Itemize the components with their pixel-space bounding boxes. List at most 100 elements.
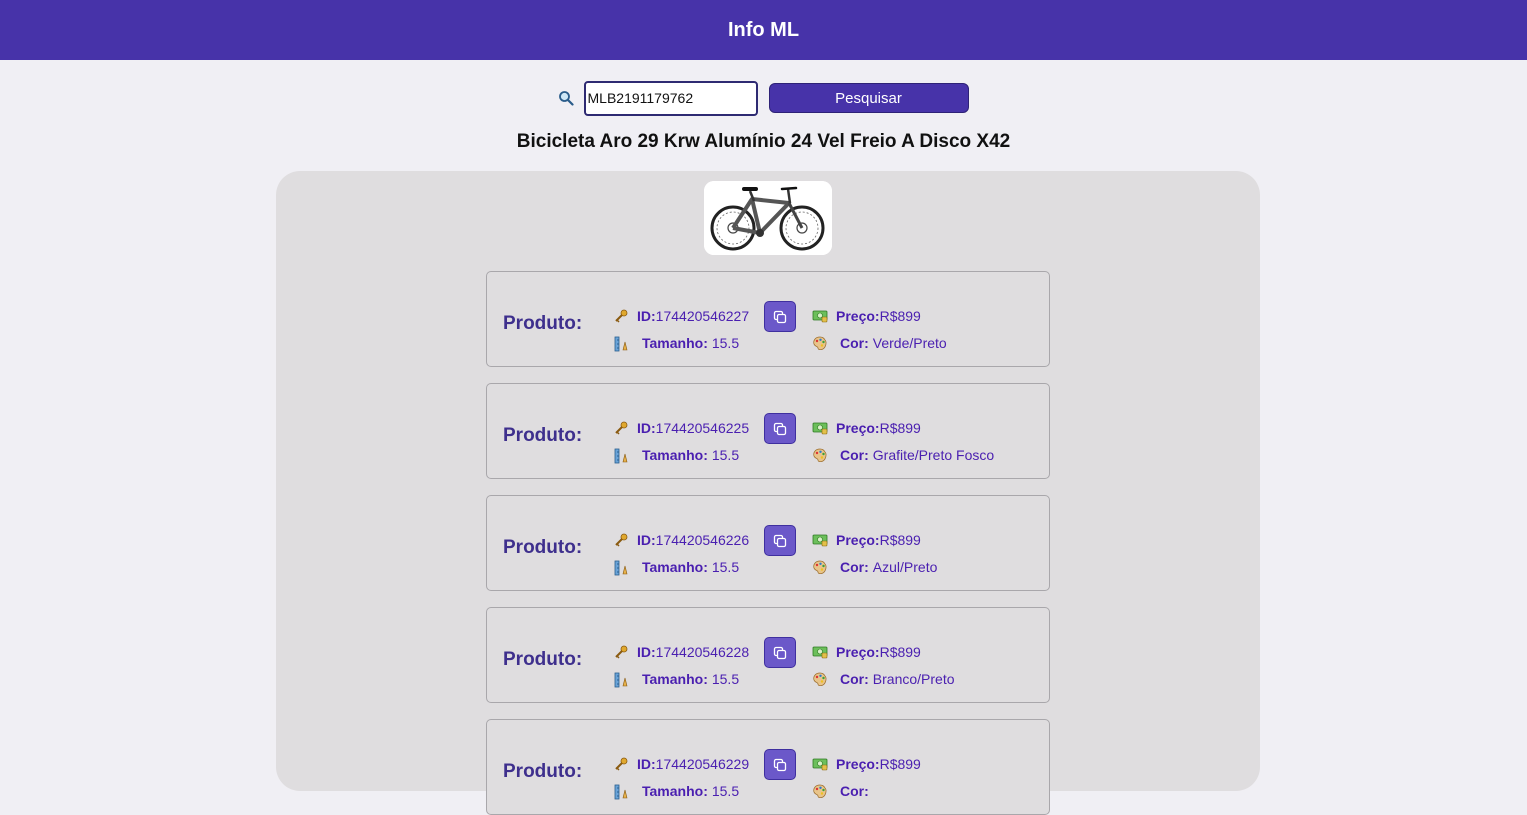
product-title: Bicicleta Aro 29 Krw Alumínio 24 Vel Fre…	[516, 131, 1011, 152]
ruler-icon	[614, 784, 630, 800]
color-label: Cor:	[840, 559, 869, 575]
size-label: Tamanho:	[642, 671, 708, 687]
id-field: ID: 174420546225	[614, 420, 749, 436]
size-label: Tamanho:	[642, 447, 708, 463]
copy-id-button[interactable]	[764, 637, 796, 668]
copy-id-button[interactable]	[764, 301, 796, 332]
product-card: Produto: ID: 174420546227 Tamanho: 15.5 Pr…	[486, 271, 1050, 367]
palette-icon	[812, 560, 829, 575]
id-label: ID:	[637, 756, 656, 772]
color-field: Cor: Verde/Preto	[812, 335, 947, 351]
price-value: R$899	[879, 532, 921, 548]
search-button[interactable]: Pesquisar	[768, 83, 969, 113]
money-icon	[812, 421, 829, 435]
product-card: Produto: ID: 174420546225 Tamanho: 15.5 Pr…	[486, 383, 1050, 479]
price-field: Preço: R$899	[812, 644, 921, 660]
size-value: 15.5	[711, 447, 740, 463]
size-label: Tamanho:	[642, 559, 708, 575]
product-card: Produto: ID: 174420546226 Tamanho: 15.5 Pr…	[486, 495, 1050, 591]
copy-icon	[773, 646, 787, 660]
copy-id-button[interactable]	[764, 749, 796, 780]
ruler-icon	[614, 672, 630, 688]
money-icon	[812, 533, 829, 547]
product-label: Produto:	[503, 649, 583, 670]
price-label: Preço:	[836, 644, 880, 660]
price-field: Preço: R$899	[812, 308, 921, 324]
copy-id-button[interactable]	[764, 525, 796, 556]
magnifier-icon	[557, 89, 575, 107]
id-label: ID:	[637, 308, 656, 324]
id-field: ID: 174420546226	[614, 532, 749, 548]
color-value: Branco/Preto	[872, 671, 955, 687]
price-value: R$899	[879, 644, 921, 660]
palette-icon	[812, 784, 829, 799]
copy-icon	[773, 534, 787, 548]
product-card: Produto: ID: 174420546228 Tamanho: 15.5 Pr…	[486, 607, 1050, 703]
product-image	[704, 181, 832, 255]
money-icon	[812, 309, 829, 323]
price-value: R$899	[879, 420, 921, 436]
id-value: 174420546225	[655, 420, 750, 436]
ruler-icon	[614, 448, 630, 464]
copy-icon	[773, 310, 787, 324]
size-value: 15.5	[711, 559, 740, 575]
id-label: ID:	[637, 420, 656, 436]
ruler-icon	[614, 560, 630, 576]
color-field: Cor: Grafite/Preto Fosco	[812, 447, 994, 463]
key-icon	[614, 645, 630, 659]
product-label: Produto:	[503, 425, 583, 446]
color-field: Cor: Branco/Preto	[812, 671, 955, 687]
results-panel: Produto: ID: 174420546227 Tamanho: 15.5 Pr…	[276, 171, 1260, 815]
id-value: 174420546228	[655, 644, 750, 660]
search-input[interactable]	[583, 80, 758, 116]
price-label: Preço:	[836, 420, 880, 436]
copy-id-button[interactable]	[764, 413, 796, 444]
key-icon	[614, 421, 630, 435]
size-field: Tamanho: 15.5	[614, 783, 740, 800]
size-value: 15.5	[711, 335, 740, 351]
price-label: Preço:	[836, 308, 880, 324]
price-value: R$899	[879, 756, 921, 772]
price-label: Preço:	[836, 532, 880, 548]
product-card: Produto: ID: 174420546229 Tamanho: 15.5 Pr…	[486, 719, 1050, 815]
size-label: Tamanho:	[642, 335, 708, 351]
product-label: Produto:	[503, 761, 583, 782]
color-field: Cor: Azul/Preto	[812, 559, 937, 575]
copy-icon	[773, 422, 787, 436]
id-value: 174420546226	[655, 532, 750, 548]
money-icon	[812, 757, 829, 771]
color-label: Cor:	[840, 671, 869, 687]
price-field: Preço: R$899	[812, 420, 921, 436]
palette-icon	[812, 448, 829, 463]
size-value: 15.5	[711, 783, 740, 799]
price-field: Preço: R$899	[812, 756, 921, 772]
app-title: Info ML	[727, 18, 800, 41]
product-label: Produto:	[503, 313, 583, 334]
color-value: Grafite/Preto Fosco	[872, 447, 995, 463]
id-field: ID: 174420546227	[614, 308, 749, 324]
size-field: Tamanho: 15.5	[614, 671, 740, 688]
palette-icon	[812, 672, 829, 687]
id-label: ID:	[637, 644, 656, 660]
copy-icon	[773, 758, 787, 772]
size-value: 15.5	[711, 671, 740, 687]
id-field: ID: 174420546229	[614, 756, 749, 772]
id-value: 174420546229	[655, 756, 750, 772]
color-field: Cor:	[812, 783, 873, 799]
size-field: Tamanho: 15.5	[614, 335, 740, 352]
price-value: R$899	[879, 308, 921, 324]
color-label: Cor:	[840, 783, 869, 799]
key-icon	[614, 757, 630, 771]
key-icon	[614, 533, 630, 547]
color-label: Cor:	[840, 335, 869, 351]
ruler-icon	[614, 336, 630, 352]
size-field: Tamanho: 15.5	[614, 447, 740, 464]
id-value: 174420546227	[655, 308, 750, 324]
color-value: Verde/Preto	[872, 335, 947, 351]
product-label: Produto:	[503, 537, 583, 558]
price-label: Preço:	[836, 756, 880, 772]
search-bar: Pesquisar	[0, 80, 1527, 116]
price-field: Preço: R$899	[812, 532, 921, 548]
size-label: Tamanho:	[642, 783, 708, 799]
color-value: Azul/Preto	[872, 559, 938, 575]
